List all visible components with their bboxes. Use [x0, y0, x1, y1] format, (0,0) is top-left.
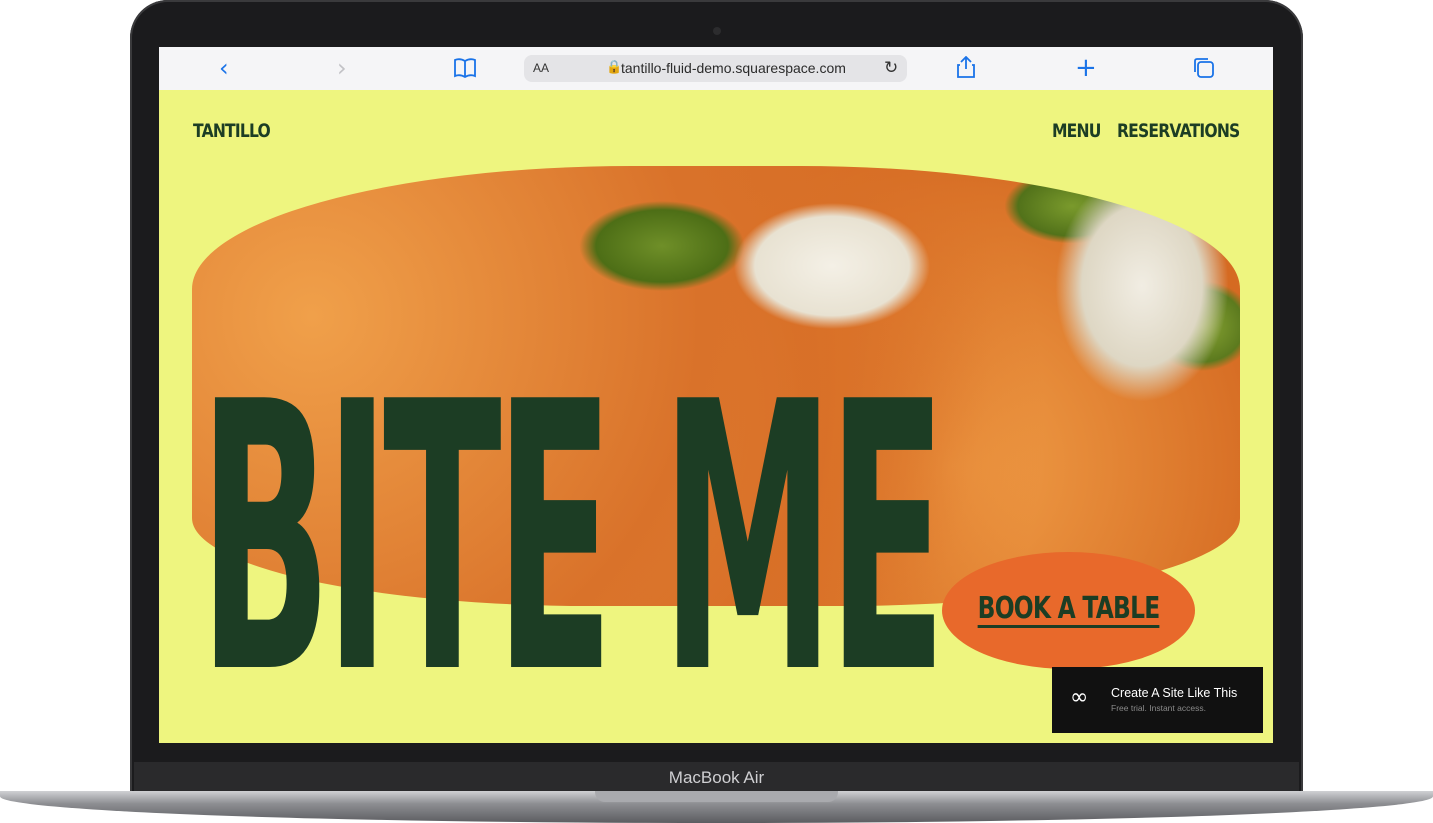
promo-subtitle: Free trial. Instant access. — [1111, 703, 1206, 713]
hero-headline: BITE ME — [199, 325, 947, 743]
promo-title: Create A Site Like This — [1111, 686, 1238, 700]
nav-reservations[interactable]: RESERVATIONS — [1117, 120, 1240, 142]
nav-menu[interactable]: MENU — [1052, 120, 1101, 142]
text-size-button[interactable]: AA — [533, 61, 549, 75]
laptop-screen: ‹ › AA 🔒 tantillo-fluid-demo.squarespace… — [159, 47, 1273, 743]
share-icon[interactable] — [956, 55, 976, 83]
model-label: MacBook Air — [668, 768, 765, 787]
camera-icon — [713, 27, 721, 35]
url-text[interactable]: tantillo-fluid-demo.squarespace.com — [621, 60, 846, 76]
site-logo[interactable]: TANTILLO — [193, 120, 271, 142]
squarespace-logo-icon: ∞ — [1070, 685, 1089, 710]
website: TANTILLO MENU RESERVATIONS BITE ME BOOK … — [159, 90, 1273, 743]
book-a-table-button[interactable]: BOOK A TABLE — [942, 552, 1195, 669]
laptop-notch — [595, 791, 838, 802]
bookmarks-icon[interactable] — [454, 57, 476, 83]
browser-toolbar: ‹ › AA 🔒 tantillo-fluid-demo.squarespace… — [159, 47, 1273, 90]
address-bar[interactable]: AA 🔒 tantillo-fluid-demo.squarespace.com… — [524, 55, 907, 82]
cta-label: BOOK A TABLE — [977, 591, 1160, 628]
reload-icon[interactable]: ↻ — [884, 58, 898, 78]
tabs-overview-icon[interactable] — [1193, 57, 1215, 84]
lock-icon: 🔒 — [606, 60, 623, 75]
squarespace-promo-banner[interactable]: ∞ Create A Site Like This Free trial. In… — [1052, 667, 1263, 733]
new-tab-icon[interactable]: + — [1075, 55, 1097, 81]
forward-icon[interactable]: › — [337, 55, 347, 81]
back-icon[interactable]: ‹ — [219, 55, 229, 81]
